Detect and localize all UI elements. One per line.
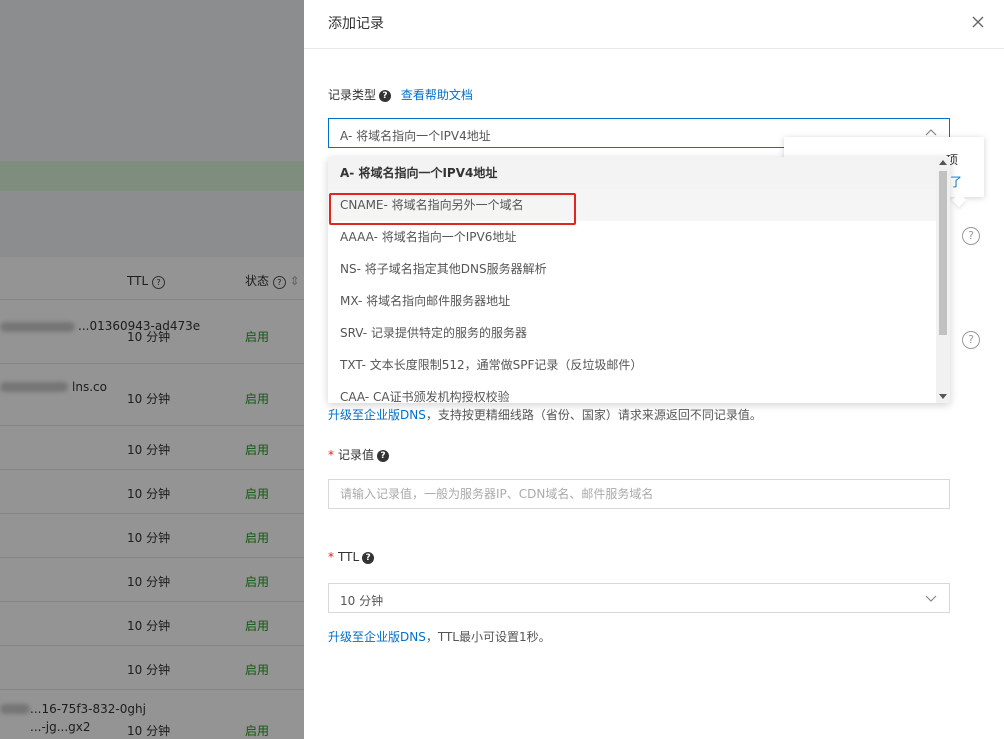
help-icon[interactable]: ? xyxy=(962,227,980,245)
scroll-down-icon[interactable] xyxy=(939,394,947,399)
help-icon[interactable]: ? xyxy=(962,331,980,349)
upgrade-dns-link[interactable]: 升级至企业版DNS xyxy=(328,630,426,644)
option-ns[interactable]: NS- 将子域名指定其他DNS服务器解析 xyxy=(328,253,936,285)
close-icon[interactable] xyxy=(968,12,988,32)
record-value-input[interactable] xyxy=(328,479,950,509)
modal-overlay[interactable] xyxy=(0,0,304,739)
add-record-drawer: 添加记录 记录类型? 查看帮助文档 A- 将域名指向一个IPV4地址 项 了 ?… xyxy=(304,0,1004,739)
help-icon[interactable]: ? xyxy=(362,551,375,564)
help-doc-link[interactable]: 查看帮助文档 xyxy=(401,88,473,102)
help-icon[interactable]: ? xyxy=(377,449,390,462)
scroll-thumb[interactable] xyxy=(939,171,947,335)
ttl-hint: 升级至企业版DNS，TTL最小可设置1秒。 xyxy=(328,630,551,644)
chevron-down-icon xyxy=(925,595,937,602)
popover-link[interactable]: 了 xyxy=(950,173,962,190)
line-hint: 升级至企业版DNS，支持按更精细线路（省份、国家）请求来源返回不同记录值。 xyxy=(328,408,762,422)
option-srv[interactable]: SRV- 记录提供特定的服务的服务器 xyxy=(328,317,936,349)
ttl-label: * TTL? xyxy=(328,550,375,564)
option-a[interactable]: A- 将域名指向一个IPV4地址 xyxy=(328,157,936,189)
scroll-up-icon[interactable] xyxy=(939,160,947,165)
ttl-select[interactable]: 10 分钟 xyxy=(328,583,950,613)
help-icon[interactable]: ? xyxy=(379,89,392,102)
annotation-highlight-box xyxy=(329,193,576,225)
ttl-value: 10 分钟 xyxy=(340,594,384,608)
dropdown-scrollbar[interactable] xyxy=(936,157,950,403)
drawer-header: 添加记录 xyxy=(304,0,1004,49)
option-aaaa[interactable]: AAAA- 将域名指向一个IPV6地址 xyxy=(328,221,936,253)
record-type-label: 记录类型? 查看帮助文档 xyxy=(328,88,473,102)
option-caa[interactable]: CAA- CA证书颁发机构授权校验 xyxy=(328,381,936,403)
record-type-value: A- 将域名指向一个IPV4地址 xyxy=(340,129,491,143)
option-txt[interactable]: TXT- 文本长度限制512，通常做SPF记录（反垃圾邮件） xyxy=(328,349,936,381)
option-mx[interactable]: MX- 将域名指向邮件服务器地址 xyxy=(328,285,936,317)
record-value-label: * 记录值? xyxy=(328,446,390,463)
drawer-title: 添加记录 xyxy=(328,16,384,32)
upgrade-dns-link[interactable]: 升级至企业版DNS xyxy=(328,408,426,422)
